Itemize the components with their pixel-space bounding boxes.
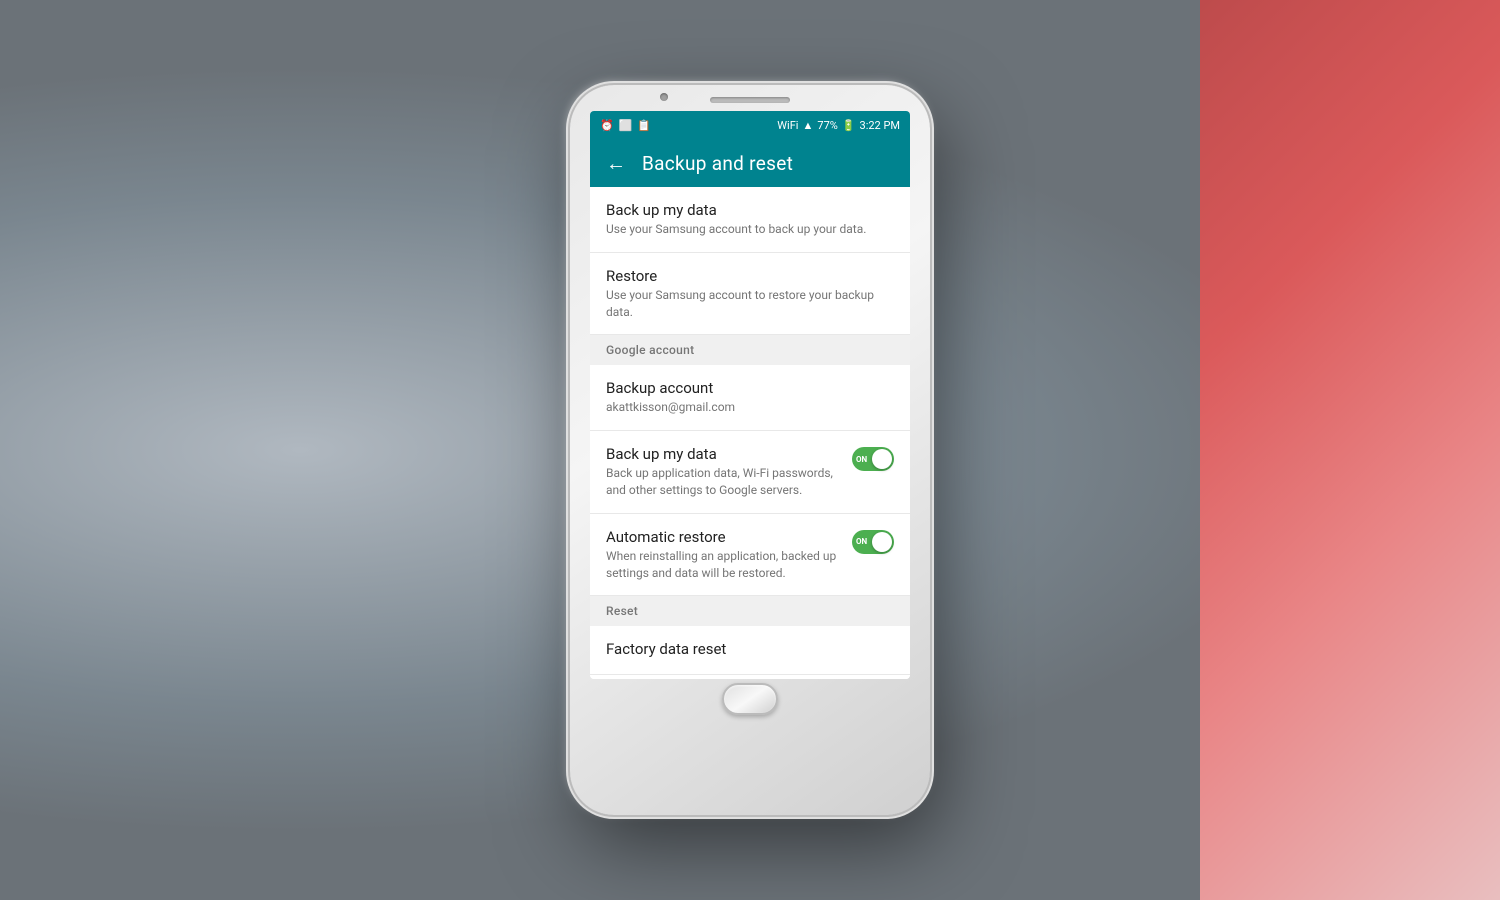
status-icons-right: WiFi ▲ 77% 🔋 3:22 PM: [777, 119, 900, 132]
toggle-label: ON: [856, 537, 867, 546]
wifi-icon: WiFi: [777, 119, 798, 132]
data-icon: 📋: [637, 119, 651, 132]
item-subtitle: Use your Samsung account to restore your…: [606, 287, 894, 321]
phone-frame: ⏰ ⬜ 📋 WiFi ▲ 77% 🔋 3:22 PM ← Backup and …: [570, 85, 930, 815]
item-text: Back up my data Back up application data…: [606, 445, 852, 499]
item-title: Factory data reset: [606, 640, 894, 658]
section-header-reset: Reset: [590, 596, 910, 626]
status-icons-left: ⏰ ⬜ 📋: [600, 119, 651, 132]
toggle-knob: [872, 449, 892, 469]
settings-item-automatic-restore[interactable]: Automatic restore When reinstalling an a…: [590, 514, 910, 597]
item-subtitle: Back up application data, Wi-Fi password…: [606, 465, 852, 499]
item-text: Factory data reset: [606, 640, 894, 660]
toggle-label: ON: [856, 455, 867, 464]
item-title: Back up my data: [606, 445, 852, 463]
section-header-google: Google account: [590, 335, 910, 365]
item-title: Backup account: [606, 379, 894, 397]
item-title: Restore: [606, 267, 894, 285]
item-subtitle: akattkisson@gmail.com: [606, 399, 894, 416]
time-display: 3:22 PM: [860, 119, 900, 132]
settings-list: Back up my data Use your Samsung account…: [590, 187, 910, 679]
toolbar: ← Backup and reset: [590, 139, 910, 187]
item-title: Automatic restore: [606, 528, 852, 546]
back-button[interactable]: ←: [606, 151, 626, 176]
phone-device: ⏰ ⬜ 📋 WiFi ▲ 77% 🔋 3:22 PM ← Backup and …: [570, 85, 930, 815]
screen-icon: ⬜: [619, 119, 633, 132]
item-subtitle: Use your Samsung account to back up your…: [606, 221, 894, 238]
battery-level: 77%: [817, 119, 837, 132]
settings-item-backup-samsung[interactable]: Back up my data Use your Samsung account…: [590, 187, 910, 253]
settings-item-restore[interactable]: Restore Use your Samsung account to rest…: [590, 253, 910, 336]
settings-item-backup-account[interactable]: Backup account akattkisson@gmail.com: [590, 365, 910, 431]
battery-icon: 🔋: [842, 119, 856, 132]
phone-screen: ⏰ ⬜ 📋 WiFi ▲ 77% 🔋 3:22 PM ← Backup and …: [590, 111, 910, 679]
phone-bottom: [722, 683, 778, 715]
item-text: Back up my data Use your Samsung account…: [606, 201, 894, 238]
speaker-grill: [710, 97, 790, 103]
page-title: Backup and reset: [642, 152, 793, 175]
settings-item-factory-reset[interactable]: Factory data reset: [590, 626, 910, 675]
item-title: Back up my data: [606, 201, 894, 219]
alarm-icon: ⏰: [600, 119, 614, 132]
toggle-knob: [872, 532, 892, 552]
automatic-restore-toggle[interactable]: ON: [852, 530, 894, 554]
item-text: Backup account akattkisson@gmail.com: [606, 379, 894, 416]
status-bar: ⏰ ⬜ 📋 WiFi ▲ 77% 🔋 3:22 PM: [590, 111, 910, 139]
physical-home-button[interactable]: [722, 683, 778, 715]
backup-data-toggle[interactable]: ON: [852, 447, 894, 471]
item-subtitle: When reinstalling an application, backed…: [606, 548, 852, 582]
background-right: [1200, 0, 1500, 900]
signal-icon: ▲: [803, 119, 814, 132]
item-text: Restore Use your Samsung account to rest…: [606, 267, 894, 321]
settings-item-backup-data-google[interactable]: Back up my data Back up application data…: [590, 431, 910, 514]
settings-item-collect-diagnostics[interactable]: Collect diagnostics Collect diagnostics …: [590, 675, 910, 679]
item-text: Automatic restore When reinstalling an a…: [606, 528, 852, 582]
